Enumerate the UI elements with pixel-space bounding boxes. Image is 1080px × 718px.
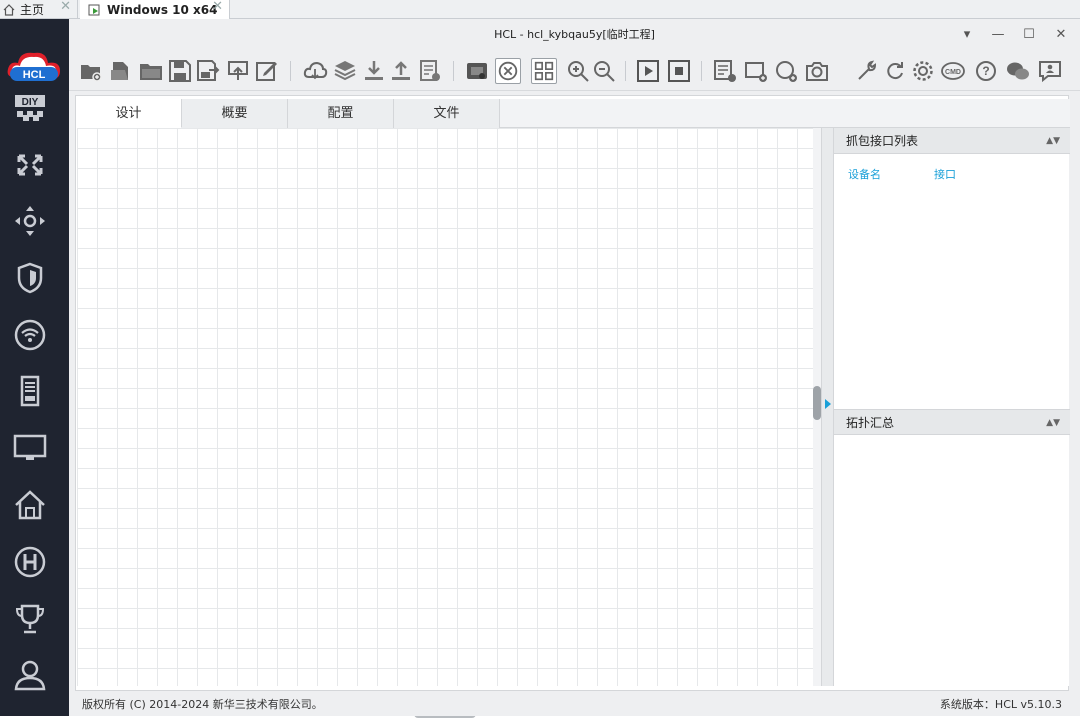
toolbar: CMD ? [69,51,1080,91]
svg-text:CMD: CMD [945,69,961,76]
add-rect-icon[interactable] [743,58,769,84]
refresh-icon[interactable] [882,58,908,84]
terminal-icon[interactable] [13,431,47,465]
minimize-button[interactable]: — [983,19,1013,51]
stop-icon[interactable] [666,58,692,84]
vm-icon [88,4,100,15]
open-folder-icon[interactable] [138,58,164,84]
close-button[interactable]: ✕ [1046,19,1076,51]
screenshot-device-icon[interactable] [464,58,490,84]
start-icon[interactable] [635,58,661,84]
vertical-scrollbar[interactable] [813,128,821,686]
home-tab-icon [3,3,15,16]
tab-files[interactable]: 文件 [394,99,500,128]
col-interface[interactable]: 接口 [934,166,956,182]
edit-icon[interactable] [254,58,280,84]
add-circle-icon[interactable] [773,58,799,84]
help-icon[interactable]: ? [973,58,999,84]
vertical-scroll-thumb[interactable] [813,386,821,420]
camera-icon[interactable] [804,58,830,84]
topology-icon[interactable] [495,58,521,84]
hcl-logo: HCL [7,52,61,81]
vm-tab-bar: 主页 ✕ Windows 10 x64 ✕ [0,0,1080,19]
zoom-out-icon[interactable] [591,58,617,84]
vm-tab-windows-label: Windows 10 x64 [107,2,218,17]
h-logo-icon[interactable] [13,545,47,579]
toolbar-separator [453,61,454,81]
switch-icon[interactable] [13,148,47,182]
layers-icon[interactable] [332,58,358,84]
grid-icon[interactable] [531,58,557,84]
close-icon[interactable]: ✕ [60,0,71,14]
cloud-icon[interactable] [302,58,328,84]
capture-panel-title: 抓包接口列表 [846,134,919,148]
vm-tab-windows[interactable]: Windows 10 x64 ✕ [80,0,230,19]
toolbar-separator [290,61,291,81]
save-icon[interactable] [167,58,193,84]
export-icon[interactable] [225,58,251,84]
feedback-icon[interactable] [1037,58,1063,84]
maximize-button[interactable]: ☐ [1014,19,1044,51]
vm-tab-home-label: 主页 [20,3,45,17]
window-title: HCL - hcl_kybqau5y[临时工程] [494,28,655,41]
diy-icon[interactable]: DIY [13,93,47,127]
capture-panel-header[interactable]: 抓包接口列表 ▲▼ [834,128,1070,154]
logo-text: HCL [23,69,46,81]
new-project-icon[interactable] [78,58,104,84]
menu-dropdown-icon[interactable]: ▾ [952,19,982,51]
device-sidebar: HCL DIY [0,19,69,716]
open-project-icon[interactable] [108,58,134,84]
content-tabs: 设计 概要 配置 文件 [76,99,1070,128]
toolbar-separator [701,61,702,81]
right-panel: 抓包接口列表 ▲▼ 设备名 接口 拓扑汇总 ▲▼ [833,128,1070,686]
vm-tab-home[interactable]: 主页 ✕ [0,0,78,19]
collapse-icon[interactable]: ▲▼ [1046,410,1060,436]
topology-panel-header[interactable]: 拓扑汇总 ▲▼ [834,409,1070,435]
panel-splitter[interactable] [821,128,833,686]
topology-canvas[interactable] [77,128,813,718]
zoom-in-icon[interactable] [565,58,591,84]
user-icon[interactable] [13,658,47,692]
workspace: 设计 概要 配置 文件 抓包接口列表 ▲▼ 设备名 接口 拓扑汇总 ▲▼ [75,95,1070,718]
log-icon[interactable] [417,58,443,84]
upload-icon[interactable] [388,58,414,84]
version-text: 系统版本：HCL v5.10.3 [939,698,1062,711]
tab-overview[interactable]: 概要 [182,99,288,128]
toolbar-separator [625,61,626,81]
copyright-text: 版权所有 (C) 2014-2024 新华三技术有限公司。 [82,698,323,711]
col-device-name[interactable]: 设备名 [848,166,881,182]
capture-table-header: 设备名 接口 [834,166,1070,186]
cmd-icon[interactable]: CMD [940,58,966,84]
svg-text:DIY: DIY [22,97,39,108]
close-icon[interactable]: ✕ [212,0,223,14]
app-window: HCL - hcl_kybqau5y[临时工程] ▾ — ☐ ✕ CMD ? 设… [69,19,1080,718]
save-as-icon[interactable] [195,58,221,84]
add-list-icon[interactable] [712,58,738,84]
wireless-icon[interactable] [13,318,47,352]
wrench-icon[interactable] [854,58,880,84]
tab-design[interactable]: 设计 [76,99,182,128]
title-bar: HCL - hcl_kybqau5y[临时工程] ▾ — ☐ ✕ [69,19,1080,51]
router-icon[interactable] [13,204,47,238]
home-icon[interactable] [13,488,47,522]
svg-text:?: ? [982,64,989,78]
trophy-icon[interactable] [13,602,47,636]
collapse-arrow-icon[interactable] [825,399,831,409]
status-bar: 版权所有 (C) 2014-2024 新华三技术有限公司。 系统版本：HCL v… [69,694,1080,716]
download-icon[interactable] [361,58,387,84]
server-icon[interactable] [13,374,47,408]
settings-icon[interactable] [910,58,936,84]
topology-panel-title: 拓扑汇总 [846,416,895,430]
firewall-icon[interactable] [13,261,47,295]
collapse-icon[interactable]: ▲▼ [1046,128,1060,154]
tab-config[interactable]: 配置 [288,99,394,128]
wechat-icon[interactable] [1005,58,1031,84]
